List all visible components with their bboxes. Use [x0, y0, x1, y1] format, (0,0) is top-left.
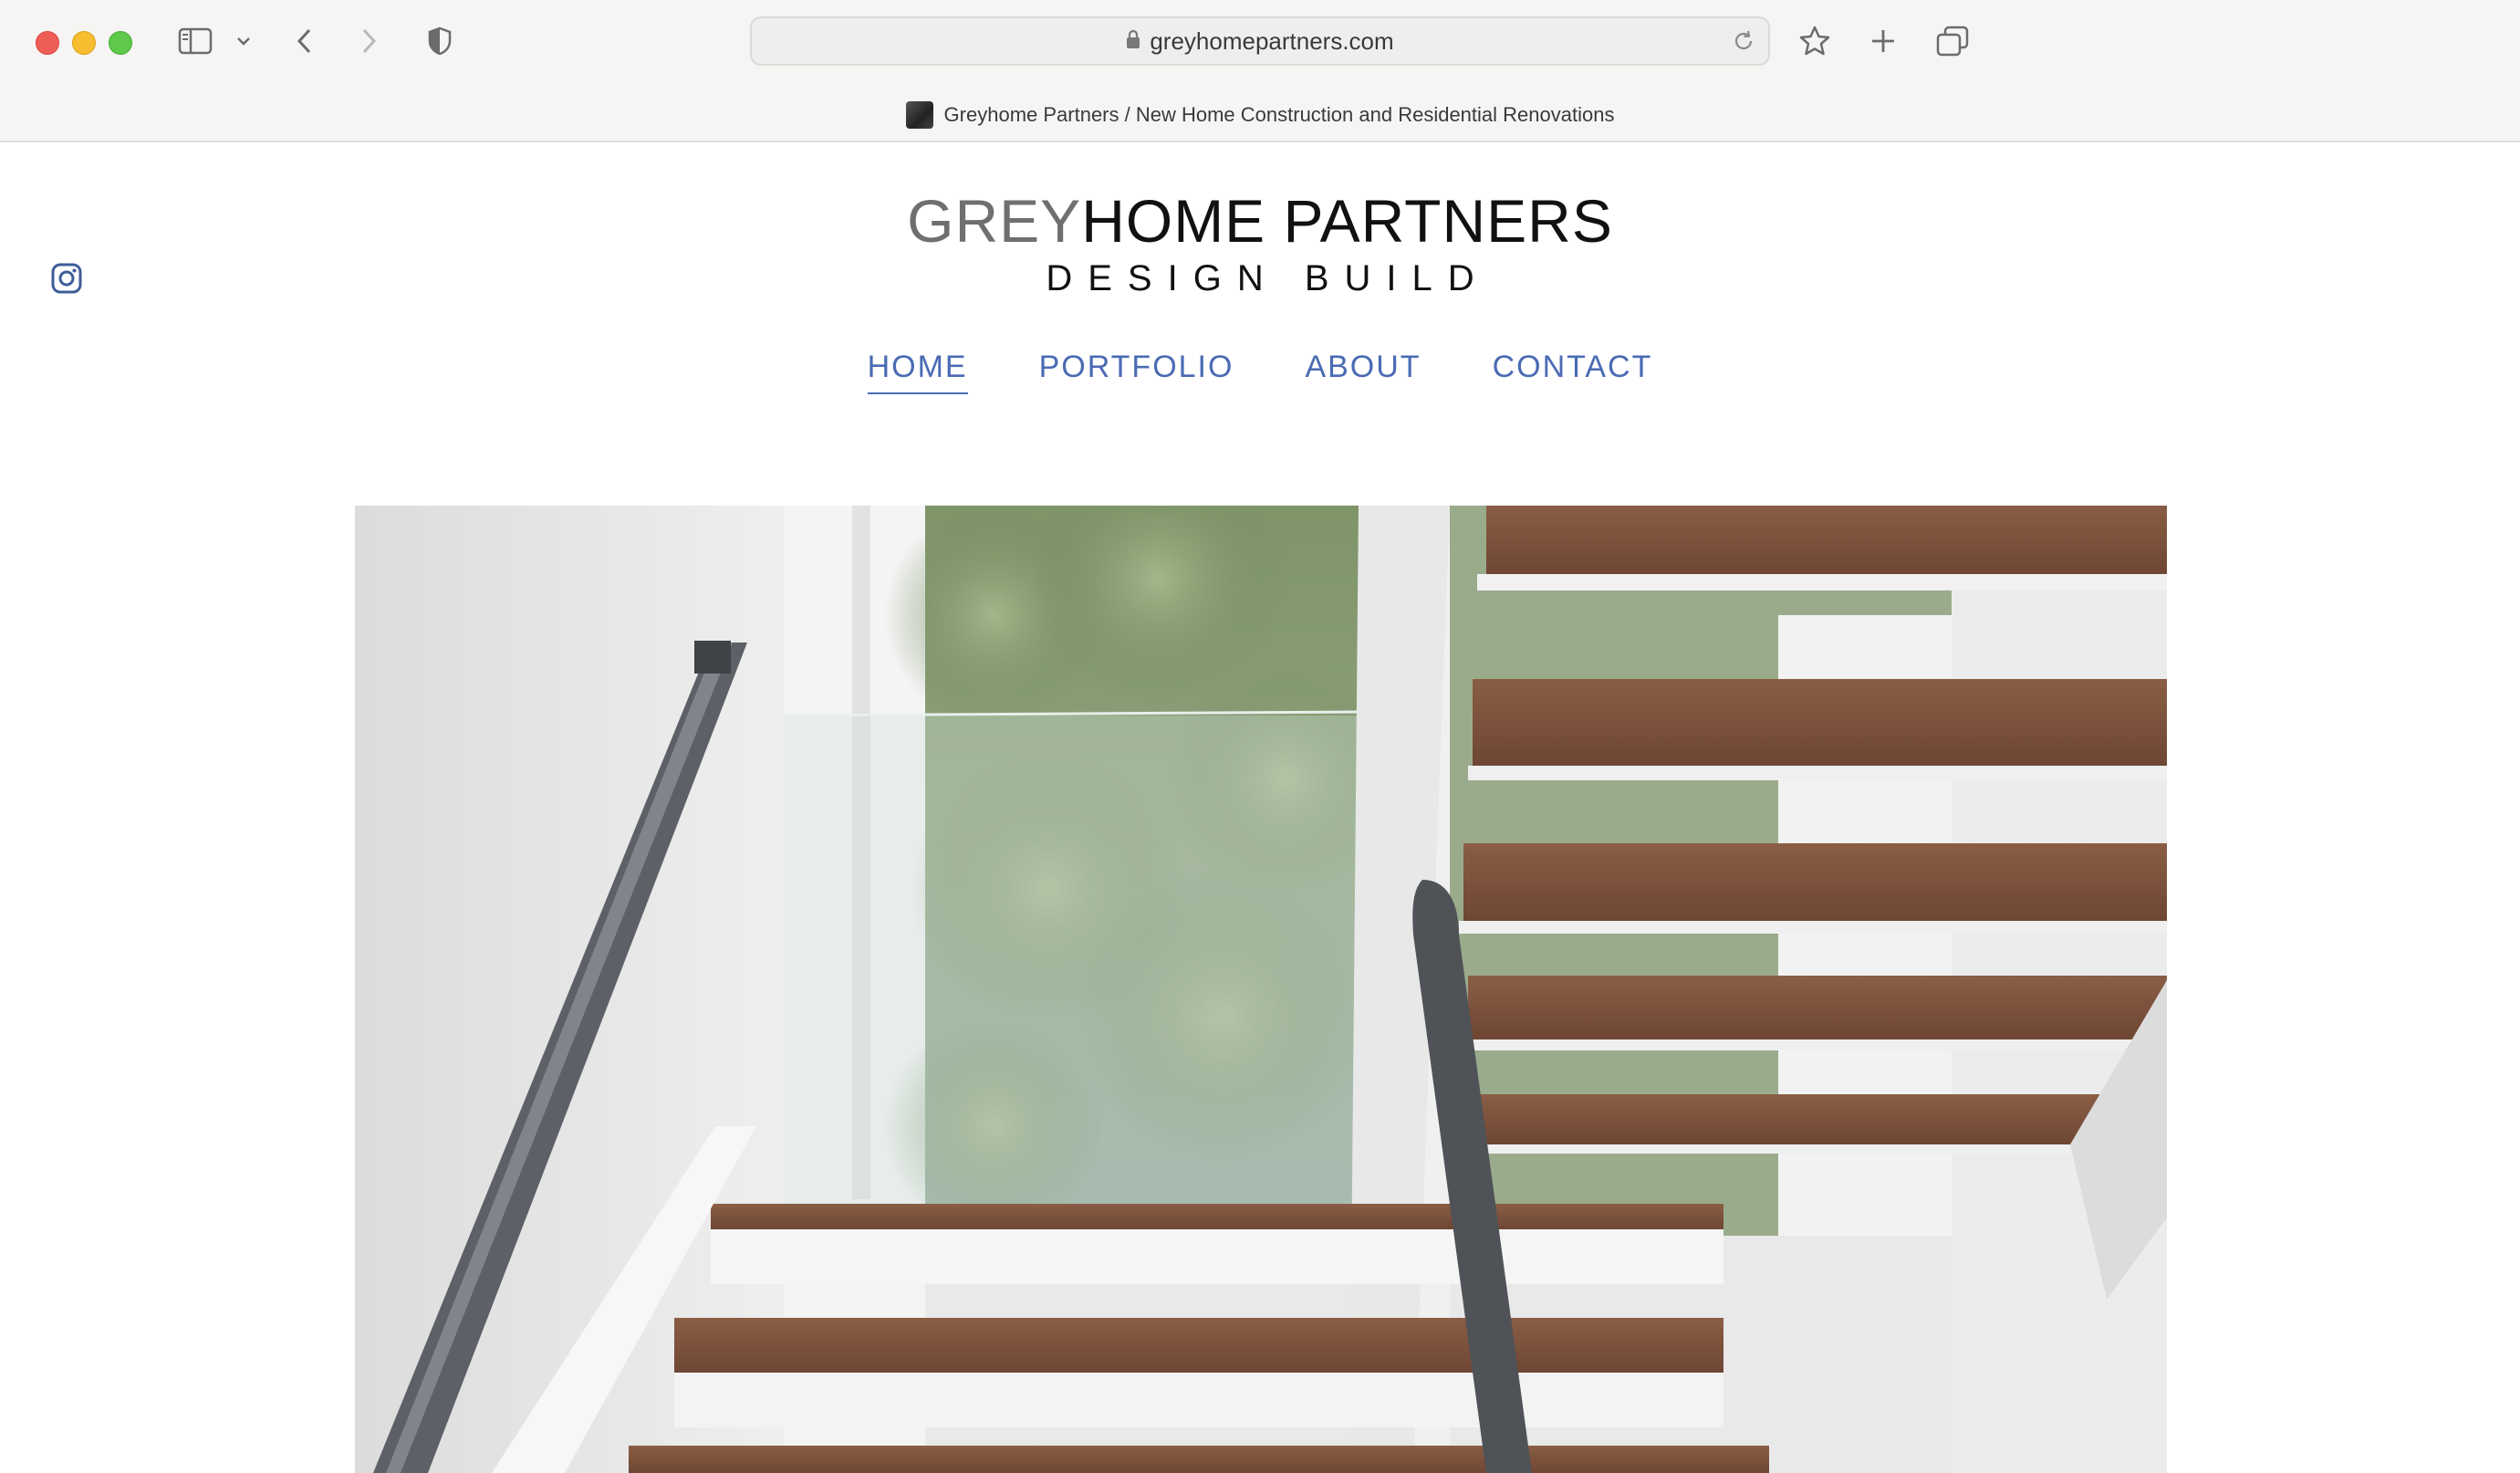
- url-text: greyhomepartners.com: [1150, 26, 1394, 55]
- staircase-photo: [355, 506, 2167, 1473]
- browser-toolbar: greyhomepartners.com Greyhome Partners /…: [0, 0, 2520, 142]
- logo-grey-text: GREY: [907, 187, 1082, 255]
- new-tab-icon[interactable]: [1865, 20, 1901, 62]
- page-content: GREYHOME PARTNERS DESIGN BUILD HOME PORT…: [0, 142, 2520, 1473]
- minimize-window-button[interactable]: [72, 31, 96, 55]
- reload-icon[interactable]: [1732, 29, 1755, 57]
- sidebar-toggle-icon[interactable]: [175, 20, 215, 62]
- main-nav: HOME PORTFOLIO ABOUT CONTACT: [0, 347, 2520, 394]
- tab-overview-icon[interactable]: [1932, 20, 1973, 62]
- logo-dark-text: HOME PARTNERS: [1081, 187, 1613, 255]
- nav-portfolio[interactable]: PORTFOLIO: [1039, 347, 1234, 394]
- nav-contact[interactable]: CONTACT: [1493, 347, 1653, 394]
- zoom-window-button[interactable]: [109, 31, 132, 55]
- logo-tagline: DESIGN BUILD: [1046, 258, 1490, 298]
- close-window-button[interactable]: [36, 31, 59, 55]
- forward-icon[interactable]: [356, 20, 383, 62]
- chevron-down-icon[interactable]: [232, 20, 255, 62]
- tab-title: Greyhome Partners / New Home Constructio…: [943, 103, 1615, 126]
- tab-title-bar[interactable]: Greyhome Partners / New Home Constructio…: [0, 97, 2520, 133]
- site-favicon-icon: [905, 101, 933, 129]
- back-icon[interactable]: [290, 20, 318, 62]
- lock-icon: [1126, 27, 1140, 56]
- nav-home[interactable]: HOME: [867, 347, 968, 394]
- privacy-shield-icon[interactable]: [422, 20, 458, 62]
- hero-image: [355, 506, 2167, 1473]
- address-bar[interactable]: greyhomepartners.com: [750, 16, 1770, 66]
- nav-about[interactable]: ABOUT: [1305, 347, 1421, 394]
- bookmark-star-icon[interactable]: [1794, 20, 1836, 62]
- site-logo[interactable]: GREYHOME PARTNERS DESIGN BUILD: [0, 188, 2520, 301]
